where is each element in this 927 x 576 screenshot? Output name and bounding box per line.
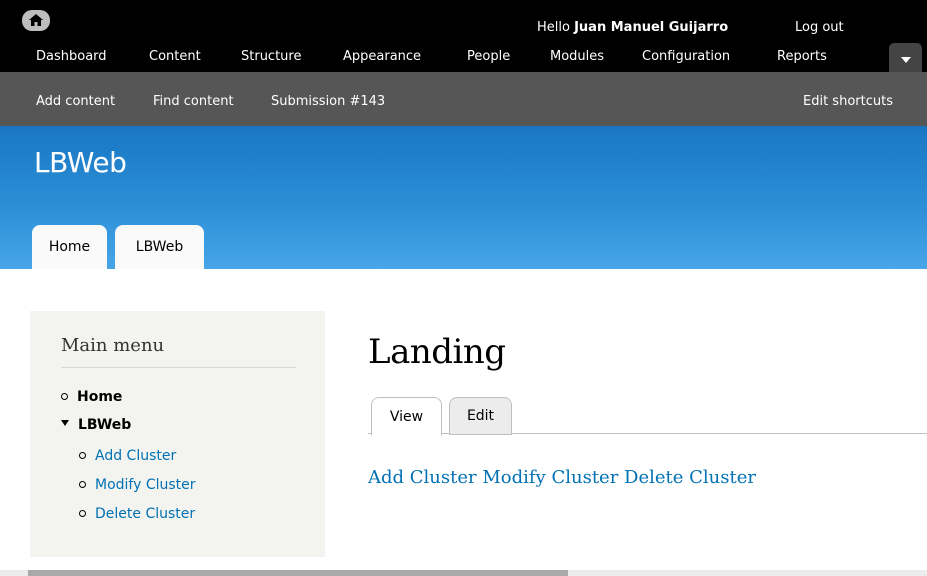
header-tab-home[interactable]: Home: [32, 225, 107, 269]
shortcut-submission[interactable]: Submission #143: [271, 94, 385, 109]
menu-item-label: Add Cluster: [95, 448, 177, 464]
link-modify-cluster[interactable]: Modify Cluster: [482, 467, 618, 488]
tab-view[interactable]: View: [371, 397, 442, 436]
menu-item-modify-cluster[interactable]: Modify Cluster: [79, 477, 196, 493]
toolbar-item-dashboard[interactable]: Dashboard: [36, 49, 107, 64]
site-name[interactable]: LBWeb: [34, 146, 127, 179]
horizontal-scrollbar[interactable]: [0, 570, 927, 576]
toolbar-item-reports[interactable]: Reports: [777, 49, 827, 64]
menu-item-label: Modify Cluster: [95, 477, 196, 493]
bullet-icon: [61, 392, 68, 400]
shortcut-add-content[interactable]: Add content: [36, 94, 115, 109]
menu-item-home[interactable]: Home: [61, 389, 122, 405]
home-icon: [29, 11, 43, 30]
expanded-triangle-icon: [61, 420, 69, 426]
bullet-icon: [79, 480, 86, 488]
menu-item-label: Home: [77, 389, 123, 405]
header-tab-lbweb[interactable]: LBWeb: [115, 225, 204, 269]
chevron-down-icon: [900, 48, 911, 67]
menu-item-add-cluster[interactable]: Add Cluster: [79, 448, 176, 464]
link-add-cluster[interactable]: Add Cluster: [368, 467, 477, 488]
shortcuts-bar: Add content Find content Submission #143…: [0, 72, 927, 126]
toolbar-item-appearance[interactable]: Appearance: [343, 49, 421, 64]
greeting-prefix: Hello: [537, 20, 570, 35]
toolbar-item-structure[interactable]: Structure: [241, 49, 301, 64]
bullet-icon: [79, 509, 86, 517]
page-title: Landing: [368, 332, 506, 372]
sidebar-divider: [61, 367, 296, 368]
menu-item-label: Delete Cluster: [95, 506, 196, 522]
home-button[interactable]: [22, 10, 50, 31]
user-name[interactable]: Juan Manuel Guijarro: [574, 20, 728, 35]
site-header: LBWeb Home LBWeb: [0, 126, 927, 269]
sidebar-title: Main menu: [61, 335, 165, 356]
admin-toolbar: Hello Juan Manuel Guijarro Log out Dashb…: [0, 0, 927, 72]
scrollbar-thumb[interactable]: [28, 570, 568, 576]
logout-link[interactable]: Log out: [795, 20, 844, 35]
user-greeting: Hello Juan Manuel Guijarro: [537, 20, 728, 35]
menu-item-delete-cluster[interactable]: Delete Cluster: [79, 506, 195, 522]
bullet-icon: [79, 451, 86, 459]
link-delete-cluster[interactable]: Delete Cluster: [624, 467, 756, 488]
shortcut-find-content[interactable]: Find content: [153, 94, 234, 109]
toolbar-drawer-toggle[interactable]: [889, 43, 922, 72]
toolbar-item-configuration[interactable]: Configuration: [642, 49, 730, 64]
content-links: Add Cluster Modify Cluster Delete Cluste…: [368, 467, 756, 488]
edit-shortcuts-link[interactable]: Edit shortcuts: [803, 94, 893, 109]
tab-edit[interactable]: Edit: [449, 397, 512, 435]
menu-item-label: LBWeb: [78, 417, 132, 433]
menu-item-lbweb[interactable]: LBWeb: [61, 417, 131, 433]
toolbar-item-modules[interactable]: Modules: [550, 49, 604, 64]
toolbar-item-content[interactable]: Content: [149, 49, 201, 64]
toolbar-item-people[interactable]: People: [467, 49, 510, 64]
